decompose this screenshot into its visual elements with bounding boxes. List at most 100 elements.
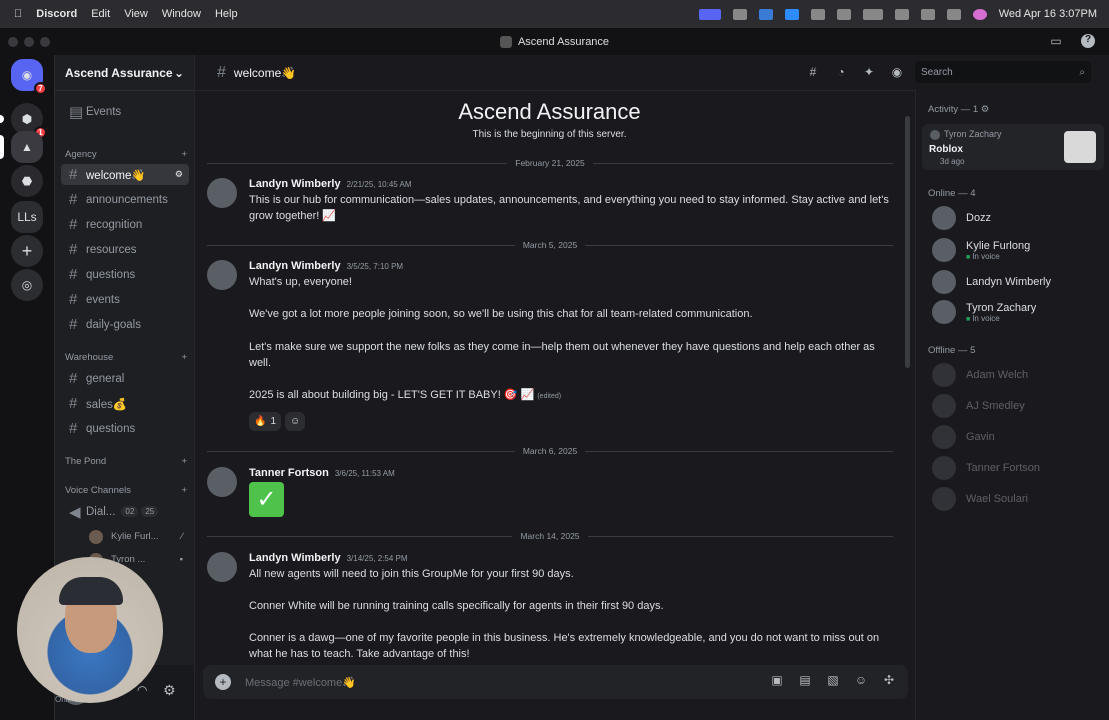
emoji-icon[interactable]: ☺ [852, 673, 870, 691]
category-warehouse[interactable]: Warehouse + [65, 352, 187, 363]
category-the-pond[interactable]: The Pond + [65, 456, 187, 467]
author-name[interactable]: Landyn Wimberly [249, 178, 341, 190]
chrome-icon[interactable] [732, 8, 747, 20]
clock[interactable]: Wed Apr 16 3:07PM [999, 8, 1097, 20]
app-menu[interactable]: Discord [36, 8, 77, 20]
voice-channel[interactable]: ◀ Dial... 02 25 [61, 501, 189, 522]
voice-channel-label: Dial... [86, 505, 116, 518]
help-icon[interactable]: ? [1081, 34, 1095, 48]
events-item[interactable]: ▤ Events [61, 101, 189, 122]
server-icon-4[interactable]: ⬣ [11, 165, 43, 197]
chat-scrollbar[interactable] [905, 116, 910, 368]
reaction[interactable]: 🔥 1 [249, 412, 282, 431]
message-composer[interactable]: + Message #welcome👋 ▣ ▤ ▧ ☺ ✣ [203, 665, 908, 699]
search-input[interactable]: Search ⌕ [915, 61, 1091, 83]
channel-events[interactable]: # events [61, 289, 189, 310]
add-channel-icon[interactable]: + [181, 149, 187, 160]
inbox-icon[interactable]: ▭ [1049, 34, 1063, 48]
message-body: This is our hub for communication—sales … [249, 194, 889, 222]
sticker-icon[interactable]: ▧ [824, 673, 842, 691]
close-window-button[interactable] [8, 37, 18, 47]
add-channel-icon[interactable]: + [181, 456, 187, 467]
member-item[interactable]: Gavin [932, 425, 1102, 451]
activity-card[interactable]: Tyron Zachary Roblox 3d ago [922, 124, 1104, 170]
avatar[interactable] [207, 552, 237, 582]
member-item[interactable]: Dozz [932, 206, 1102, 232]
wifi-icon[interactable] [894, 8, 909, 20]
menu-edit[interactable]: Edit [91, 8, 110, 20]
add-server-icon[interactable]: + [11, 235, 43, 267]
channel-daily-goals[interactable]: # daily-goals [61, 314, 189, 335]
gif-icon[interactable]: ▤ [796, 673, 814, 691]
channel-sales[interactable]: # sales💰 [61, 393, 189, 414]
apps-icon[interactable]: ✣ [880, 673, 898, 691]
channel-label: events [86, 293, 120, 306]
webcam-overlay[interactable] [17, 557, 163, 703]
settings-icon[interactable]: ⚙ [981, 104, 990, 115]
ll-server-icon[interactable]: LLs [11, 201, 43, 233]
member-item[interactable]: Tyron ZacharyIn voice [932, 300, 1102, 326]
category-voice-channels[interactable]: Voice Channels + [65, 485, 187, 496]
avatar[interactable] [207, 467, 237, 497]
menu-help[interactable]: Help [215, 8, 238, 20]
ascend-server-icon[interactable]: ▲ [11, 131, 43, 163]
date-divider: March 14, 2025 [207, 530, 893, 542]
author-name[interactable]: Landyn Wimberly [249, 552, 341, 564]
member-item[interactable]: AJ Smedley [932, 394, 1102, 420]
avatar[interactable] [207, 178, 237, 208]
channel-announcements[interactable]: # announcements [61, 189, 189, 210]
check-mark-emoji: ✓ [249, 482, 284, 517]
voice-user[interactable]: Kylie Furl... ⁄ [81, 526, 189, 547]
member-item[interactable]: Landyn Wimberly [932, 270, 1102, 296]
siri-icon[interactable] [972, 8, 987, 20]
threads-icon[interactable]: # [803, 62, 823, 82]
author-name[interactable]: Landyn Wimberly [249, 260, 341, 272]
vpn-icon[interactable] [758, 8, 773, 20]
channel-questions[interactable]: # questions [61, 264, 189, 285]
server-header[interactable]: Ascend Assurance ⌄ [55, 55, 194, 91]
member-item[interactable]: Adam Welch [932, 363, 1102, 389]
add-channel-icon[interactable]: + [181, 352, 187, 363]
member-item[interactable]: Kylie FurlongIn voice [932, 238, 1102, 264]
reactions: 🔥 1 ☺ [249, 412, 306, 431]
screen-record-icon[interactable] [698, 8, 721, 20]
pin-icon[interactable]: ✦ [859, 62, 879, 82]
members-icon[interactable]: ◉ [887, 62, 907, 82]
gift-icon[interactable]: ▣ [768, 673, 786, 691]
battery-icon[interactable] [862, 8, 883, 20]
hash-icon: # [69, 166, 78, 183]
menu-window[interactable]: Window [162, 8, 201, 20]
settings-gear-icon[interactable]: ⚙ [163, 682, 176, 699]
channel-label: questions [86, 268, 136, 281]
headphones-icon[interactable]: ◠ [137, 683, 147, 697]
channel-questions-2[interactable]: # questions [61, 418, 189, 439]
member-item[interactable]: Wael Soulari [932, 487, 1102, 513]
channel-resources[interactable]: # resources [61, 239, 189, 260]
bluetooth-icon[interactable] [810, 8, 825, 20]
zoom-icon[interactable] [784, 8, 799, 20]
apple-icon[interactable]:  [14, 8, 22, 20]
add-channel-icon[interactable]: + [181, 485, 187, 496]
spotlight-icon[interactable] [920, 8, 935, 20]
control-center-icon[interactable] [946, 8, 961, 20]
bell-icon[interactable]: ◔ [831, 62, 851, 82]
channel-recognition[interactable]: # recognition [61, 214, 189, 235]
zoom-window-button[interactable] [40, 37, 50, 47]
channel-welcome[interactable]: # welcome👋 ⚙ [61, 164, 189, 185]
avatar[interactable] [207, 260, 237, 290]
member-item[interactable]: Tanner Fortson [932, 456, 1102, 482]
channel-general[interactable]: # general [61, 368, 189, 389]
minimize-window-button[interactable] [24, 37, 34, 47]
date-divider: March 5, 2025 [207, 239, 893, 251]
menu-view[interactable]: View [124, 8, 148, 20]
invite-settings-icon[interactable]: ⚙ [175, 169, 183, 180]
add-reaction-icon[interactable]: ☺ [285, 412, 306, 431]
volume-icon[interactable] [836, 8, 851, 20]
message-input[interactable]: Message #welcome👋 [245, 676, 356, 689]
category-agency[interactable]: Agency + [65, 149, 187, 160]
author-name[interactable]: Tanner Fortson [249, 467, 329, 479]
avatar [932, 238, 956, 262]
home-dm-icon[interactable]: ◉ 7 [11, 59, 47, 95]
discover-icon[interactable]: ◎ [11, 269, 43, 301]
add-attachment-icon[interactable]: + [215, 674, 231, 690]
